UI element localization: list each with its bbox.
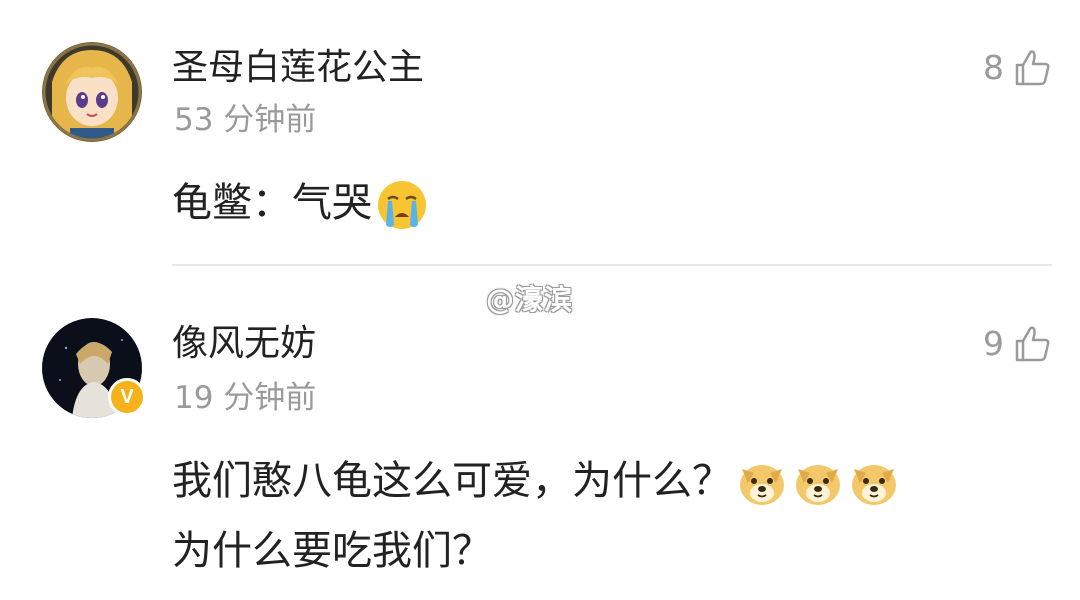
username[interactable]: 像风无妨 xyxy=(172,322,316,366)
comment-divider xyxy=(172,264,1052,266)
thumbs-up-icon xyxy=(1015,50,1050,86)
comment-text-line: 龟鳖：气哭 xyxy=(172,180,372,226)
doge-emoji xyxy=(852,465,896,505)
verified-badge-icon: V xyxy=(108,378,146,416)
like-count: 8 xyxy=(983,48,1004,87)
avatar-image xyxy=(42,42,142,142)
comment-text-line-1: 我们憨八龟这么可爱，为什么？ xyxy=(172,458,732,504)
comment-text-line: 为什么要吃我们？ xyxy=(172,516,900,586)
user-avatar[interactable] xyxy=(42,42,142,142)
doge-emoji xyxy=(796,465,840,505)
comment-text: 我们憨八龟这么可爱，为什么？ 为什么要吃我们？ xyxy=(172,446,900,586)
comment-item: V 像风无妨 19 分钟前 9 我们憨八龟这么可爱，为什么？ 为什么要吃我们？ xyxy=(0,300,1080,600)
like-button[interactable]: 8 xyxy=(983,42,1052,94)
username[interactable]: 圣母白莲花公主 xyxy=(172,46,424,90)
comment-time: 53 分钟前 xyxy=(174,102,317,138)
like-button[interactable]: 9 xyxy=(983,318,1052,370)
comment-time: 19 分钟前 xyxy=(174,380,317,416)
crying-face-emoji xyxy=(378,181,426,229)
thumbs-up-icon xyxy=(1015,326,1050,362)
comment-text-line: 我们憨八龟这么可爱，为什么？ xyxy=(172,446,900,516)
comment-item: 圣母白莲花公主 53 分钟前 8 龟鳖：气哭 xyxy=(0,0,1080,264)
doge-emoji xyxy=(740,465,784,505)
comment-text: 龟鳖：气哭 xyxy=(172,168,428,238)
like-count: 9 xyxy=(983,324,1004,363)
comment-text-line-2: 为什么要吃我们？ xyxy=(172,528,492,574)
